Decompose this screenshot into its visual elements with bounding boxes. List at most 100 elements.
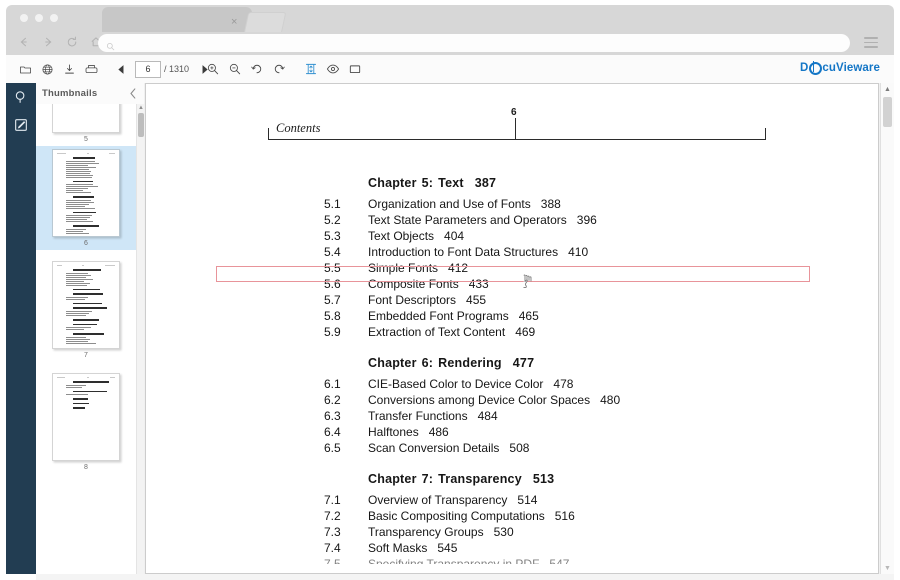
fit-page-icon[interactable] <box>300 55 322 83</box>
logo-mark-icon <box>808 61 822 75</box>
close-window-dot[interactable] <box>20 14 28 22</box>
chapter-number: 7: <box>421 472 434 486</box>
toc-row-number: 5.7 <box>324 293 341 307</box>
minimize-window-dot[interactable] <box>35 14 43 22</box>
previous-page-button[interactable] <box>110 55 132 83</box>
toc-row[interactable]: 7.5 Specifying Transparency in PDF 547 <box>146 556 878 564</box>
thumbnails-list[interactable]: 5 6 7 8 <box>36 104 136 574</box>
collapse-panel-icon[interactable] <box>126 86 140 100</box>
toc-row[interactable]: 6.2 Conversions among Device Color Spaces… <box>146 392 878 408</box>
browser-tab[interactable] <box>102 7 252 32</box>
toc-row[interactable]: 5.2 Text State Parameters and Operators 39… <box>146 212 878 228</box>
toc-row[interactable]: 7.1 Overview of Transparency 514 <box>146 492 878 508</box>
toc-row[interactable]: 5.7 Font Descriptors 455 <box>146 292 878 308</box>
toc-row-number: 5.5 <box>324 261 341 275</box>
chapter-label: Chapter <box>368 356 417 370</box>
thumbnail-page-preview <box>52 104 120 133</box>
toc-row-number: 6.5 <box>324 441 341 455</box>
toc-row[interactable]: 6.1 CIE-Based Color to Device Color 478 <box>146 376 878 392</box>
toc-row[interactable]: 5.1 Organization and Use of Fonts 388 <box>146 196 878 212</box>
toc-row-clipped[interactable]: 7.5 Specifying Transparency in PDF 547 <box>146 556 878 564</box>
open-folder-icon[interactable] <box>14 55 36 83</box>
document-viewport[interactable]: Contents 6 Chapter 5: Text 387 5.1 Organizat… <box>144 83 894 574</box>
toc-row-title: Basic Compositing Computations <box>368 509 545 523</box>
print-icon[interactable] <box>80 55 102 83</box>
tab-close-icon[interactable]: × <box>231 17 237 28</box>
toc-row-number: 7.4 <box>324 541 341 555</box>
toc-row-page: 545 <box>437 541 458 555</box>
toc-row[interactable]: 5.3 Text Objects 404 <box>146 228 878 244</box>
toc-row[interactable]: 5.6 Composite Fonts 433 <box>146 276 878 292</box>
running-head-label: Contents <box>276 121 321 135</box>
new-tab-button[interactable] <box>243 12 287 34</box>
toc-row-page: 478 <box>553 377 574 391</box>
toc-row-number: 7.1 <box>324 493 341 507</box>
document-scrollbar-track[interactable] <box>881 95 894 562</box>
zoom-out-icon[interactable] <box>224 55 246 83</box>
download-icon[interactable] <box>58 55 80 83</box>
toc-row[interactable]: 6.4 Halftones 486 <box>146 424 878 440</box>
toc-row-highlighted[interactable]: 5.5 Simple Fonts 412 <box>146 260 878 276</box>
forward-arrow-icon[interactable] <box>42 36 54 48</box>
toc-row[interactable]: 7.4 Soft Masks 545 <box>146 540 878 556</box>
toc-row-title: Simple Fonts <box>368 261 439 275</box>
toc-row[interactable]: 5.4 Introduction to Font Data Structures 4… <box>146 244 878 260</box>
pdf-page: Contents 6 Chapter 5: Text 387 5.1 Organizat… <box>145 83 879 574</box>
viewer-toolbar: / 1310 <box>6 55 894 84</box>
toc-row-number: 6.4 <box>324 425 341 439</box>
toc-row-number: 5.6 <box>324 277 341 291</box>
thumbnails-panel: Thumbnails 5 6 7 8 ▲ <box>36 83 145 574</box>
thumbnail-page-preview <box>52 373 120 461</box>
reload-icon[interactable] <box>66 36 78 48</box>
toc-row-page: 465 <box>518 309 539 323</box>
bottom-scroll-strip[interactable] <box>36 574 894 580</box>
toc-row[interactable]: 5.9 Extraction of Text Content 469 <box>146 324 878 340</box>
toc-row-page: 486 <box>428 425 449 439</box>
back-arrow-icon[interactable] <box>18 36 30 48</box>
toc-row-page: 455 <box>466 293 487 307</box>
document-scroll-down-icon[interactable]: ▼ <box>881 562 894 574</box>
toc-row[interactable]: 6.3 Transfer Functions 484 <box>146 408 878 424</box>
chapter-title: Transparency <box>438 472 522 486</box>
window-controls[interactable] <box>20 14 58 22</box>
eye-icon[interactable] <box>322 55 344 83</box>
thumbnail-item[interactable]: 7 <box>36 258 136 362</box>
rotate-left-icon[interactable] <box>246 55 268 83</box>
search-icon[interactable] <box>6 83 36 111</box>
chapter-number: 5: <box>421 176 434 190</box>
toc-row[interactable]: 7.2 Basic Compositing Computations 516 <box>146 508 878 524</box>
toc-row[interactable]: 7.3 Transparency Groups 530 <box>146 524 878 540</box>
toc-row-title: Scan Conversion Details <box>368 441 500 455</box>
toc-row-number: 5.3 <box>324 229 341 243</box>
toc-row-title: Composite Fonts <box>368 277 459 291</box>
browser-menu-icon[interactable] <box>864 37 878 51</box>
address-search-icon <box>106 38 115 56</box>
toc-row[interactable]: 5.8 Embedded Font Programs 465 <box>146 308 878 324</box>
maximize-window-dot[interactable] <box>50 14 58 22</box>
mouse-cursor <box>522 274 534 289</box>
thumbnail-page-preview <box>52 261 120 349</box>
annotate-icon[interactable] <box>6 111 36 139</box>
zoom-in-icon[interactable] <box>202 55 224 83</box>
address-bar[interactable] <box>98 34 850 52</box>
document-scrollbar[interactable]: ▲ ▼ <box>880 83 894 574</box>
rectangle-select-icon[interactable] <box>344 55 366 83</box>
rotate-right-icon[interactable] <box>268 55 290 83</box>
document-scroll-up-icon[interactable]: ▲ <box>881 83 894 95</box>
toc-row-page: 404 <box>444 229 465 243</box>
chapter-page: 513 <box>532 472 555 486</box>
toc-row-page: 530 <box>493 525 514 539</box>
toc-row-page: 396 <box>576 213 597 227</box>
toc-row-page: 516 <box>554 509 575 523</box>
thumbnail-item[interactable]: 6 <box>36 146 136 250</box>
thumbnail-item[interactable]: 8 <box>36 370 136 474</box>
chapter-number: 6: <box>421 356 434 370</box>
page-number-input[interactable] <box>135 60 161 78</box>
document-scrollbar-thumb[interactable] <box>883 97 892 127</box>
thumbnail-item[interactable]: 5 <box>36 104 136 146</box>
chapter-heading: Chapter 6: Rendering 477 <box>146 356 878 370</box>
globe-icon[interactable] <box>36 55 58 83</box>
toc-row-title: Text State Parameters and Operators <box>368 213 567 227</box>
toc-row[interactable]: 6.5 Scan Conversion Details 508 <box>146 440 878 456</box>
toc-row-page: 469 <box>515 325 536 339</box>
